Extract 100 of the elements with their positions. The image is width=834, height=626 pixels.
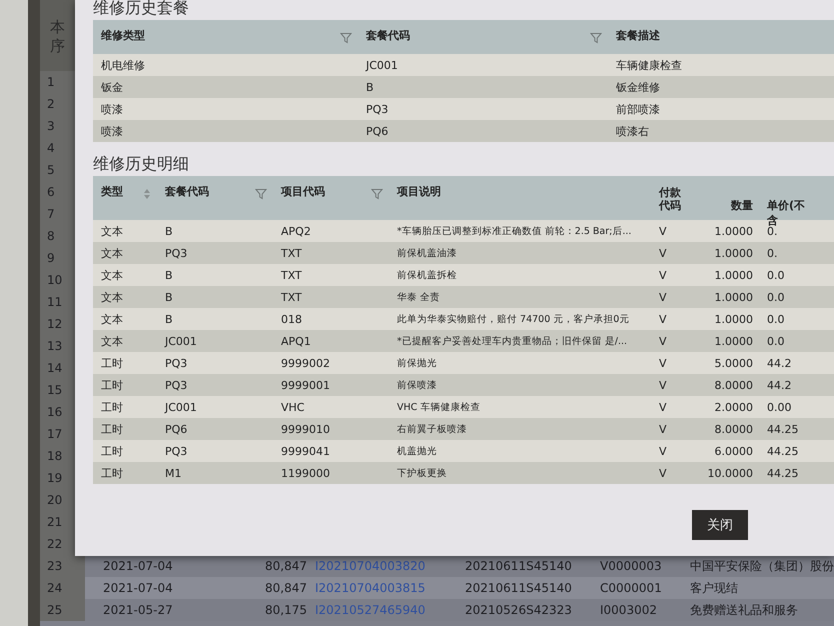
table-cell-text: 6.0000 <box>714 444 754 458</box>
table-cell-text: TXT <box>280 246 303 260</box>
table-cell-text: 钣金 <box>100 80 124 94</box>
invoice-link[interactable]: I20210527465940 <box>315 603 465 617</box>
table-cell-text: 喷漆右 <box>615 124 650 138</box>
table-cell-text: V <box>658 290 668 304</box>
column-header: 项目说明 <box>397 184 441 199</box>
table-cell-text: 工时 <box>100 444 124 458</box>
table-cell-text: 文本 <box>100 246 124 260</box>
table-cell-text: 文本 <box>100 312 124 326</box>
table-cell-text: 此单为华泰实物赔付，赔付 74700 元，客户承担0元 <box>396 312 630 326</box>
table-cell-text: 下护板更换 <box>396 466 448 480</box>
column-header: 类型 <box>101 184 123 199</box>
table-cell: 免费赠送礼品和服务 <box>690 602 798 618</box>
table-cell-text: 9999010 <box>280 422 331 436</box>
table-cell-text: JC001 <box>364 58 399 72</box>
table-cell-text: 0. <box>766 246 778 260</box>
column-header: 数量 <box>731 198 753 213</box>
table-cell-text: 0.0 <box>766 334 786 348</box>
table-cell-text: 钣金维修 <box>615 80 661 94</box>
table-cell-text: 前部喷漆 <box>615 102 661 116</box>
column-header: 套餐描述 <box>616 28 660 43</box>
table-cell-text: 9999041 <box>280 444 331 458</box>
table-cell-text: 1199000 <box>280 466 331 480</box>
table-cell-text: 右前翼子板喷漆 <box>396 422 468 436</box>
table-cell-text: PQ3 <box>164 378 188 392</box>
row-number: 24 <box>40 577 85 599</box>
table-cell-text: 前保喷漆 <box>396 378 438 392</box>
table-cell-text: 10.0000 <box>706 466 754 480</box>
table-cell-text: 8.0000 <box>714 422 754 436</box>
column-header: 付款代码 <box>659 185 681 212</box>
table-cell-text: 喷漆 <box>100 124 124 138</box>
table-cell-text: 1.0000 <box>714 290 754 304</box>
table-cell-text: 44.25 <box>766 422 800 436</box>
table-cell-text: 018 <box>280 312 303 326</box>
filter-icon[interactable] <box>340 32 352 44</box>
table-cell-text: 前保抛光 <box>396 356 438 370</box>
table-cell-text: 0.00 <box>766 400 792 414</box>
table-cell-text: 20210611S45140 <box>465 559 573 573</box>
table-cell-text: V <box>658 312 668 326</box>
filter-icon[interactable] <box>590 32 602 44</box>
table-cell: 客户现结 <box>690 580 738 596</box>
table-cell-text: 2.0000 <box>714 400 754 414</box>
table-cell-text: 1.0000 <box>714 312 754 326</box>
table-cell-text: 44.25 <box>766 466 800 480</box>
table-cell-text: PQ3 <box>164 246 188 260</box>
table-cell-text: JC001 <box>164 400 198 414</box>
table-cell-text: 机电维修 <box>100 58 146 72</box>
table-cell-text: 文本 <box>100 224 124 238</box>
table-cell-text: B <box>164 268 174 282</box>
table-cell-text: V <box>658 224 668 238</box>
table-cell-text: 1.0000 <box>714 334 754 348</box>
table-cell-text: 0.0 <box>766 268 786 282</box>
row-number: 25 <box>40 599 85 621</box>
table-cell-text: 前保机盖拆检 <box>396 268 458 282</box>
table-cell-text: V <box>658 444 668 458</box>
table-cell-text: V <box>658 246 668 260</box>
table-cell-text: V <box>658 268 668 282</box>
filter-icon[interactable] <box>371 188 383 200</box>
table-cell-text: PQ3 <box>164 356 188 370</box>
table-cell-text: TXT <box>280 290 303 304</box>
filter-icon[interactable] <box>255 188 267 200</box>
invoice-link[interactable]: I20210704003815 <box>315 581 465 595</box>
table-cell-text: 0.0 <box>766 290 786 304</box>
table-cell: 中国平安保险（集团）股份 <box>690 558 834 574</box>
table-cell-text: 2021-05-27 <box>102 603 174 617</box>
column-header: 套餐代码 <box>366 28 410 43</box>
table-cell-text: 1.0000 <box>714 246 754 260</box>
table-cell-text: 机盖抛光 <box>396 444 438 458</box>
table-cell-text: JC001 <box>164 334 198 348</box>
table-cell-text: 80,175 <box>264 603 308 617</box>
table-cell-text: 20210611S45140 <box>465 581 573 595</box>
table-cell-text: 0. <box>766 224 778 238</box>
table-cell-text: V0000003 <box>600 559 663 573</box>
close-button[interactable]: 关闭 <box>692 510 748 540</box>
table-cell-text: V <box>658 422 668 436</box>
table-cell-text: 80,847 <box>264 581 308 595</box>
column-header: 项目代码 <box>281 184 325 199</box>
table-cell-text: 44.2 <box>766 378 792 392</box>
table-cell-text: 文本 <box>100 334 124 348</box>
sort-icon[interactable] <box>143 188 151 200</box>
table-cell-text: 华泰 全责 <box>396 290 442 304</box>
table-cell-text: 文本 <box>100 290 124 304</box>
column-header: 维修类型 <box>101 28 145 43</box>
table-cell-text: APQ1 <box>280 334 312 348</box>
table-cell-text: V <box>658 378 668 392</box>
invoice-link[interactable]: I20210704003820 <box>315 559 465 573</box>
table-cell-text: C0000001 <box>600 581 663 595</box>
table-cell-text: *已提醒客户妥善处理车内贵重物品；旧件保留 是/... <box>396 334 628 348</box>
table-cell-text: 工时 <box>100 422 124 436</box>
table-cell-text: 20210526S42323 <box>465 603 573 617</box>
table-cell-text: 文本 <box>100 268 124 282</box>
table-cell-text: 2021-07-04 <box>102 559 174 573</box>
row-number: 23 <box>40 555 85 577</box>
table-cell-text: B <box>365 80 375 94</box>
table-cell-text: B <box>164 312 174 326</box>
table-cell-text: 1.0000 <box>714 224 754 238</box>
table-cell-text: PQ3 <box>164 444 188 458</box>
table-cell-text: 工时 <box>100 378 124 392</box>
column-header: 单价(不含 <box>767 198 806 227</box>
